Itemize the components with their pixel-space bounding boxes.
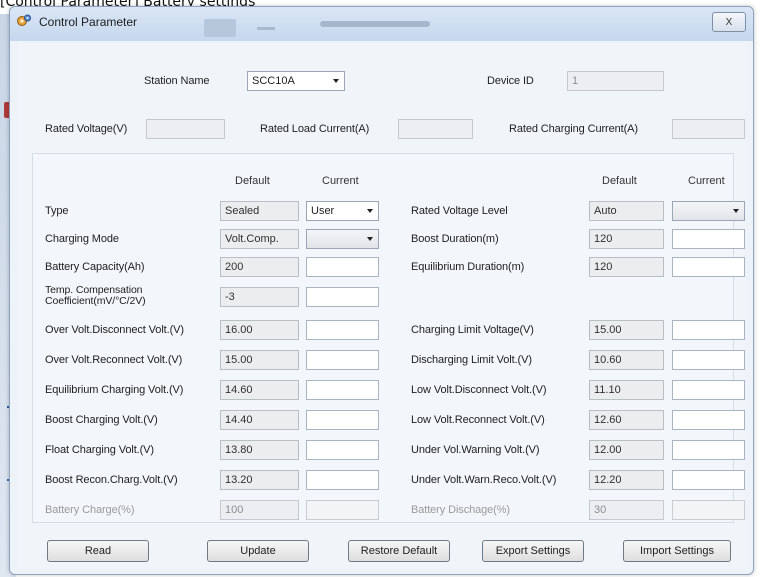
over-volt-reconnect-current-input[interactable] (306, 350, 379, 370)
device-id-field[interactable]: 1 (567, 71, 664, 91)
temp-compensation-default: -3 (220, 287, 299, 307)
station-name-value: SCC10A (252, 75, 295, 87)
boost-duration-label: Boost Duration(m) (411, 233, 499, 245)
over-volt-disconnect-default: 16.00 (220, 320, 299, 340)
column-header-default: Default (235, 175, 270, 187)
under-volt-warn-reco-default: 12.20 (589, 470, 664, 490)
type-default: Sealed (220, 201, 299, 221)
battery-capacity-default: 200 (220, 257, 299, 277)
equilibrium-charging-label: Equilibrium Charging Volt.(V) (45, 384, 184, 396)
import-settings-button[interactable]: Import Settings (623, 540, 731, 562)
over-volt-reconnect-default: 15.00 (220, 350, 299, 370)
background-window-mark (257, 27, 275, 30)
low-volt-disconnect-label: Low Volt.Disconnect Volt.(V) (411, 384, 547, 396)
boost-charging-label: Boost Charging Volt.(V) (45, 414, 158, 426)
rated-voltage-level-default: Auto (589, 201, 664, 221)
discharging-limit-current-input[interactable] (672, 350, 745, 370)
low-volt-reconnect-label: Low Volt.Reconnect Volt.(V) (411, 414, 545, 426)
low-volt-reconnect-default: 12.60 (589, 410, 664, 430)
control-parameter-dialog: Control Parameter X Station Name SCC10A … (9, 6, 754, 575)
chevron-down-icon (367, 209, 373, 213)
column-header-current: Current (688, 175, 725, 187)
temp-compensation-label: Temp. Compensation Coefficient(mV/°C/2V) (45, 285, 146, 307)
float-charging-default: 13.80 (220, 440, 299, 460)
background-window-icon (204, 19, 236, 37)
battery-charge-default: 100 (220, 500, 299, 520)
chevron-down-icon (733, 209, 739, 213)
equilibrium-duration-default: 120 (589, 257, 664, 277)
boost-duration-current-input[interactable] (672, 229, 745, 249)
station-name-label: Station Name (144, 75, 210, 87)
over-volt-reconnect-label: Over Volt.Reconnect Volt.(V) (45, 354, 183, 366)
rated-voltage-label: Rated Voltage(V) (45, 123, 128, 135)
rated-voltage-level-label: Rated Voltage Level (411, 205, 508, 217)
low-volt-disconnect-default: 11.10 (589, 380, 664, 400)
read-button[interactable]: Read (47, 540, 149, 562)
discharging-limit-label: Discharging Limit Volt.(V) (411, 354, 532, 366)
boost-reconnect-label: Boost Recon.Charg.Volt.(V) (45, 474, 178, 486)
column-header-default: Default (602, 175, 637, 187)
rated-charging-current-label: Rated Charging Current(A) (509, 123, 638, 135)
under-volt-warn-reco-label: Under Volt.Warn.Reco.Volt.(V) (411, 474, 557, 486)
equilibrium-charging-current-input[interactable] (306, 380, 379, 400)
chevron-down-icon (333, 79, 339, 83)
dialog-title: Control Parameter (39, 15, 138, 29)
rated-voltage-field[interactable] (146, 119, 225, 139)
battery-charge-current-input[interactable] (306, 500, 379, 520)
battery-discharge-default: 30 (589, 500, 664, 520)
battery-charge-label: Battery Charge(%) (45, 504, 135, 516)
over-volt-disconnect-label: Over Volt.Disconnect Volt.(V) (45, 324, 184, 336)
temp-compensation-label-line2: Coefficient(mV/°C/2V) (45, 295, 146, 307)
update-button[interactable]: Update (207, 540, 309, 562)
charging-limit-label: Charging Limit Voltage(V) (411, 324, 534, 336)
battery-discharge-current-input[interactable] (672, 500, 745, 520)
discharging-limit-default: 10.60 (589, 350, 664, 370)
dialog-body: Station Name SCC10A Device ID 1 Rated Vo… (18, 43, 745, 568)
charging-limit-default: 15.00 (589, 320, 664, 340)
battery-discharge-label: Battery Dischage(%) (411, 504, 510, 516)
column-header-current: Current (322, 175, 359, 187)
battery-capacity-label: Battery Capacity(Ah) (45, 261, 145, 273)
charging-mode-current-select[interactable] (306, 229, 379, 249)
equilibrium-charging-default: 14.60 (220, 380, 299, 400)
type-label: Type (45, 205, 69, 217)
title-bar[interactable]: Control Parameter X (10, 7, 753, 41)
battery-capacity-current-input[interactable] (306, 257, 379, 277)
restore-default-button[interactable]: Restore Default (348, 540, 450, 562)
equilibrium-duration-label: Equilibrium Duration(m) (411, 261, 525, 273)
type-current-value: User (311, 205, 335, 217)
boost-charging-default: 14.40 (220, 410, 299, 430)
rated-load-current-field[interactable] (398, 119, 473, 139)
background-window-title (320, 21, 430, 27)
gear-app-icon (17, 14, 31, 26)
close-button[interactable]: X (712, 12, 746, 32)
export-settings-button[interactable]: Export Settings (482, 540, 584, 562)
rated-charging-current-field[interactable] (672, 119, 745, 139)
charging-limit-current-input[interactable] (672, 320, 745, 340)
close-icon: X (725, 17, 733, 28)
equilibrium-duration-current-input[interactable] (672, 257, 745, 277)
low-volt-reconnect-current-input[interactable] (672, 410, 745, 430)
float-charging-current-input[interactable] (306, 440, 379, 460)
under-volt-warn-reco-current-input[interactable] (672, 470, 745, 490)
device-id-label: Device ID (487, 75, 534, 87)
under-vol-warning-default: 12.00 (589, 440, 664, 460)
chevron-down-icon (367, 237, 373, 241)
boost-charging-current-input[interactable] (306, 410, 379, 430)
float-charging-label: Float Charging Volt.(V) (45, 444, 154, 456)
charging-mode-label: Charging Mode (45, 233, 119, 245)
under-vol-warning-current-input[interactable] (672, 440, 745, 460)
rated-voltage-level-current-select[interactable] (672, 201, 745, 221)
boost-reconnect-current-input[interactable] (306, 470, 379, 490)
boost-duration-default: 120 (589, 229, 664, 249)
charging-mode-default: Volt.Comp. (220, 229, 299, 249)
low-volt-disconnect-current-input[interactable] (672, 380, 745, 400)
type-current-select[interactable]: User (306, 201, 379, 221)
station-name-select[interactable]: SCC10A (247, 71, 345, 91)
boost-reconnect-default: 13.20 (220, 470, 299, 490)
rated-load-current-label: Rated Load Current(A) (260, 123, 370, 135)
temp-compensation-current-input[interactable] (306, 287, 379, 307)
under-vol-warning-label: Under Vol.Warning Volt.(V) (411, 444, 540, 456)
over-volt-disconnect-current-input[interactable] (306, 320, 379, 340)
